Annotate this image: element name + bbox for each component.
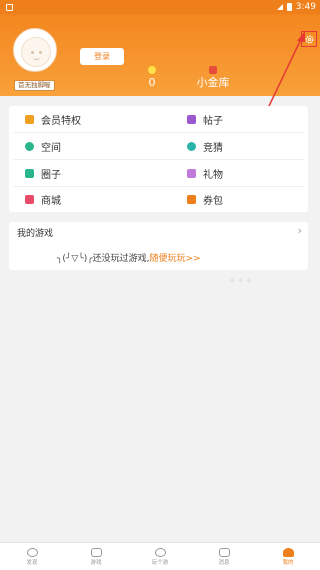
play-random-link[interactable]: 随便玩玩>> xyxy=(149,254,200,264)
coins-stat[interactable]: 0 xyxy=(142,66,162,89)
crown-icon xyxy=(25,114,34,124)
chat-icon xyxy=(218,547,230,557)
notification-icon xyxy=(6,3,13,11)
bottom-tab-bar: 发现 游戏 玩个游 消息 我的 xyxy=(0,542,320,570)
tab-games[interactable]: 游戏 xyxy=(64,543,128,570)
tab-play[interactable]: 玩个游 xyxy=(128,543,192,570)
coupon-icon xyxy=(187,194,196,204)
shop-icon xyxy=(25,194,34,204)
person-icon xyxy=(282,547,294,557)
menu-item-coupon[interactable]: 券包 xyxy=(187,186,223,212)
battery-icon xyxy=(286,3,292,11)
settings-button[interactable] xyxy=(301,31,317,47)
status-right: 3:49 xyxy=(276,2,316,12)
menu-item-label: 商城 xyxy=(41,195,61,207)
signal-icon xyxy=(276,4,283,10)
menu-item-label: 帖子 xyxy=(203,115,223,127)
menu-item-guess[interactable]: 竞猜 xyxy=(187,133,223,159)
coin-icon xyxy=(148,66,156,74)
tab-label: 玩个游 xyxy=(151,559,169,566)
vault-icon xyxy=(209,66,217,74)
menu-item-label: 券包 xyxy=(203,195,223,207)
post-icon xyxy=(187,114,196,124)
tab-mine[interactable]: 我的 xyxy=(256,543,320,570)
gear-icon xyxy=(305,35,313,43)
chevron-right-icon: › xyxy=(297,224,302,237)
avatar-face-icon xyxy=(21,37,51,67)
tab-label: 发现 xyxy=(26,559,38,566)
login-button[interactable]: 登录 xyxy=(80,48,124,65)
menu-item-label: 礼物 xyxy=(203,169,223,181)
games-empty-text: ╮(╯▽╰)╭还没玩过游戏, xyxy=(57,254,150,264)
games-title: 我的游戏 xyxy=(17,229,54,239)
coins-value: 0 xyxy=(148,76,156,89)
tab-discover[interactable]: 发现 xyxy=(0,543,64,570)
gift-icon xyxy=(187,168,196,178)
menu-item-label: 会员特权 xyxy=(41,115,81,127)
games-empty-state: ╮(╯▽╰)╭还没玩过游戏,随便玩玩>> xyxy=(57,251,201,264)
menu-item-label: 竞猜 xyxy=(203,142,223,154)
status-time: 3:49 xyxy=(295,2,316,12)
watermark-logo: ✦✦✦ xyxy=(228,276,254,287)
menu-item-circle[interactable]: 圈子 xyxy=(25,160,61,186)
menu-item-label: 空间 xyxy=(41,142,61,154)
circle-icon xyxy=(25,168,34,178)
menu-item-posts[interactable]: 帖子 xyxy=(187,106,223,132)
menu-item-gift[interactable]: 礼物 xyxy=(187,160,223,186)
my-games-section[interactable]: 我的游戏 › ╮(╯▽╰)╭还没玩过游戏,随便玩玩>> xyxy=(9,222,308,270)
status-bar: 3:49 xyxy=(0,0,320,14)
star-icon xyxy=(187,141,196,151)
menu-item-vip[interactable]: 会员特权 xyxy=(25,106,81,132)
gamepad-icon xyxy=(90,547,102,557)
menu-item-space[interactable]: 空间 xyxy=(25,133,61,159)
avatar[interactable] xyxy=(13,28,57,72)
avatar-tag: 首无独脚喔 xyxy=(14,80,55,91)
tab-label: 消息 xyxy=(218,559,230,566)
vault-stat[interactable]: 小金库 xyxy=(190,66,236,89)
space-icon xyxy=(25,141,34,151)
profile-header: 首无独脚喔 登录 0 小金库 xyxy=(0,14,320,96)
tab-messages[interactable]: 消息 xyxy=(192,543,256,570)
tab-label: 游戏 xyxy=(90,559,102,566)
planet-icon xyxy=(154,547,166,557)
menu-item-shop[interactable]: 商城 xyxy=(25,186,61,212)
feature-menu: 会员特权 帖子 空间 竞猜 圈子 礼物 商城 券包 xyxy=(9,106,308,212)
eye-icon xyxy=(26,547,38,557)
tab-label: 我的 xyxy=(282,559,294,566)
vault-label: 小金库 xyxy=(196,76,230,89)
menu-item-label: 圈子 xyxy=(41,169,61,181)
